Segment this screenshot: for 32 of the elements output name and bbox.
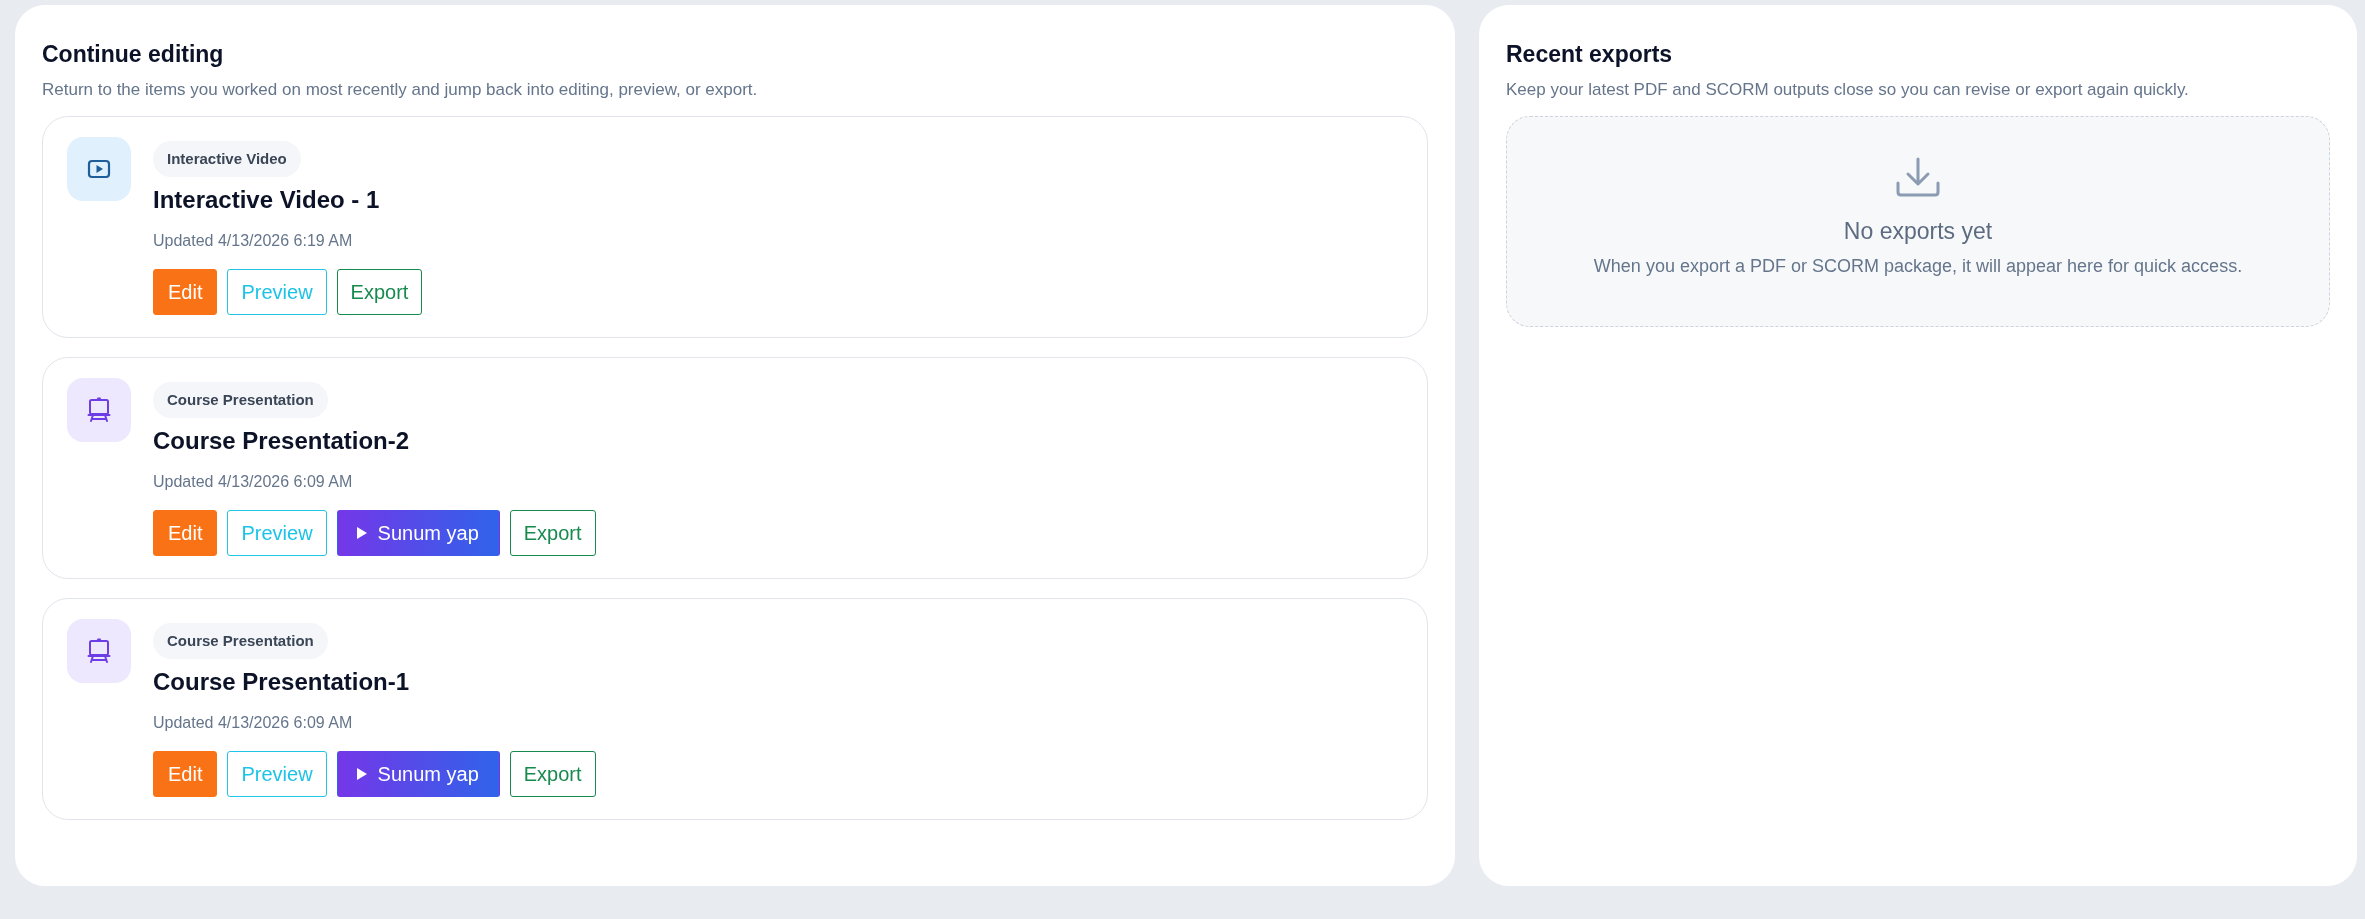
panel-title: Continue editing bbox=[42, 40, 225, 69]
item-title: Course Presentation-1 bbox=[153, 667, 410, 697]
play-icon bbox=[355, 526, 368, 540]
type-tag: Course Presentation bbox=[153, 623, 328, 659]
updated-time: Updated 4/13/2026 6:09 AM bbox=[153, 713, 353, 733]
preview-button[interactable]: Preview bbox=[227, 751, 327, 797]
export-button[interactable]: Export bbox=[336, 269, 423, 315]
edit-button[interactable]: Edit bbox=[153, 751, 218, 797]
play-video-icon bbox=[87, 159, 111, 179]
preview-button[interactable]: Preview bbox=[227, 510, 327, 556]
export-button[interactable]: Export bbox=[509, 751, 596, 797]
preview-button[interactable]: Preview bbox=[227, 269, 327, 315]
edit-button[interactable]: Edit bbox=[153, 269, 218, 315]
play-icon bbox=[355, 767, 368, 781]
type-tag: Course Presentation bbox=[153, 382, 328, 418]
present-button[interactable]: Sunum yap bbox=[336, 751, 500, 797]
empty-state-title: No exports yet bbox=[1843, 217, 1993, 245]
item-title: Interactive Video - 1 bbox=[153, 185, 380, 215]
download-icon bbox=[1895, 157, 1941, 197]
easel-icon bbox=[87, 397, 111, 423]
item-title: Course Presentation-2 bbox=[153, 426, 410, 456]
panel-description: Keep your latest PDF and SCORM outputs close so you can revise or export again quickly. bbox=[1506, 79, 2190, 101]
updated-time: Updated 4/13/2026 6:09 AM bbox=[153, 472, 353, 492]
updated-time: Updated 4/13/2026 6:19 AM bbox=[153, 231, 353, 251]
panel-title: Recent exports bbox=[1506, 40, 1674, 69]
export-button[interactable]: Export bbox=[509, 510, 596, 556]
empty-state-message: When you export a PDF or SCORM package, it will appear here for quick access. bbox=[1593, 255, 2243, 278]
present-button[interactable]: Sunum yap bbox=[336, 510, 500, 556]
panel-description: Return to the items you worked on most recently and jump back into editing, preview, or export. bbox=[42, 79, 759, 101]
type-tag: Interactive Video bbox=[153, 141, 301, 177]
easel-icon bbox=[87, 638, 111, 664]
edit-button[interactable]: Edit bbox=[153, 510, 218, 556]
